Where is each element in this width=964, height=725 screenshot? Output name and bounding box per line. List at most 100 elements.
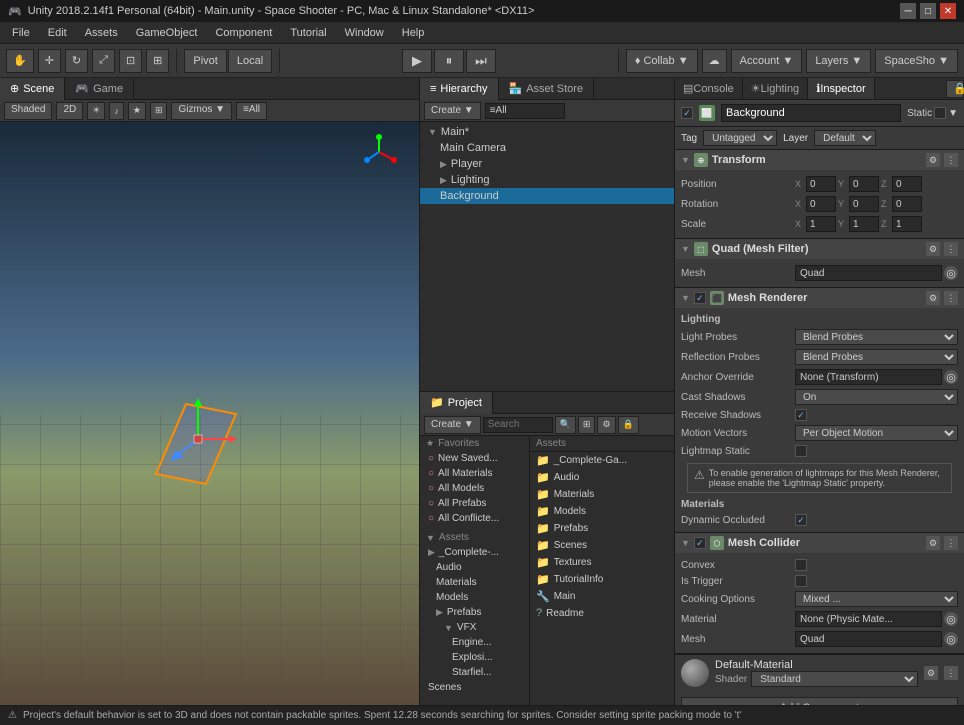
close-button[interactable]: ✕ [940,3,956,19]
hier-item-main-camera[interactable]: Main Camera [420,140,674,156]
folder-vfx[interactable]: ▼ VFX [420,620,529,635]
menu-help[interactable]: Help [394,25,433,41]
step-button[interactable]: ⏭ [466,49,496,73]
pause-button[interactable]: ⏸ [434,49,464,73]
menu-file[interactable]: File [4,25,38,41]
maximize-button[interactable]: □ [920,3,936,19]
asset-store-tab[interactable]: 🏪 Asset Store [499,78,595,100]
motion-vectors-dropdown[interactable]: Per Object Motion [795,425,958,441]
menu-window[interactable]: Window [337,25,392,41]
cloud-button[interactable]: ☁ [702,49,727,73]
console-tab[interactable]: ▤ Console [675,78,743,100]
transform-settings-btn[interactable]: ⚙ [926,153,940,167]
inspector-tab[interactable]: ℹ Inspector [808,78,874,100]
cooking-options-dropdown[interactable]: Mixed ... [795,591,958,607]
menu-gameobject[interactable]: GameObject [128,25,206,41]
material-more-btn[interactable]: ⋮ [944,666,958,680]
asset-tutorial-info[interactable]: 📁 TutorialInfo [530,571,674,588]
shader-dropdown[interactable]: Standard [751,671,918,687]
project-settings-btn[interactable]: ⚙ [597,416,615,434]
mesh-collider-more-btn[interactable]: ⋮ [944,536,958,550]
layout-button[interactable]: SpaceSho ▼ [875,49,958,73]
inspector-lock-btn[interactable]: 🔒 [946,80,964,98]
folder-explosions[interactable]: Explosi... [420,650,529,665]
scale-tool-button[interactable]: ⤢ [92,49,115,73]
minimize-button[interactable]: ─ [900,3,916,19]
tag-dropdown[interactable]: Untagged [703,130,777,146]
rect-tool-button[interactable]: ⊡ [119,49,142,73]
effects-button[interactable]: ★ [128,102,146,120]
multi-tool-button[interactable]: ⊞ [146,49,169,73]
folder-models-left[interactable]: Models [420,590,529,605]
lights-button[interactable]: ☀ [87,102,105,120]
anchor-select-btn[interactable]: ◎ [944,370,958,384]
asset-materials[interactable]: 📁 Materials [530,486,674,503]
gizmos-dropdown[interactable]: Gizmos ▼ [171,102,232,120]
fav-all-prefabs[interactable]: ○ All Prefabs [420,496,529,511]
project-search[interactable] [483,417,553,433]
menu-edit[interactable]: Edit [40,25,75,41]
asset-readme[interactable]: ? Readme [530,605,674,621]
hierarchy-search[interactable] [485,103,565,119]
asset-audio[interactable]: 📁 Audio [530,469,674,486]
cast-shadows-dropdown[interactable]: On [795,389,958,405]
rot-z-field[interactable] [892,196,922,212]
fav-new-saved[interactable]: ○ New Saved... [420,451,529,466]
hand-tool-button[interactable]: ✋ [6,49,34,73]
object-name-input[interactable]: Background [721,104,901,122]
scale-x-field[interactable] [806,216,836,232]
scene-tab[interactable]: ⊕ Scene [0,78,65,100]
mesh-renderer-settings-btn[interactable]: ⚙ [926,291,940,305]
menu-assets[interactable]: Assets [77,25,126,41]
play-button[interactable]: ▶ [402,49,432,73]
hier-item-background[interactable]: Background [420,188,674,204]
transform-header[interactable]: ▼ ⊕ Transform ⚙ ⋮ [675,150,964,170]
reflection-probes-dropdown[interactable]: Blend Probes [795,349,958,365]
mesh-renderer-enabled[interactable] [694,292,706,304]
fav-all-conflicte[interactable]: ○ All Conflicte... [420,511,529,526]
rotate-tool-button[interactable]: ↻ [65,49,88,73]
receive-shadows-checkbox[interactable] [795,409,807,421]
light-probes-dropdown[interactable]: Blend Probes [795,329,958,345]
hierarchy-tab[interactable]: ≡ Hierarchy [420,78,499,100]
project-create-btn[interactable]: Create ▼ [424,416,481,434]
local-button[interactable]: Local [228,49,272,73]
static-dropdown-btn[interactable]: ▼ [948,108,958,119]
pos-y-field[interactable] [849,176,879,192]
mesh-renderer-header[interactable]: ▼ ⬛ Mesh Renderer ⚙ ⋮ [675,288,964,308]
folder-materials-left[interactable]: Materials [420,575,529,590]
mesh-filter-more-btn[interactable]: ⋮ [944,242,958,256]
mesh-renderer-more-btn[interactable]: ⋮ [944,291,958,305]
2d-button[interactable]: 2D [56,102,83,120]
shaded-dropdown[interactable]: Shaded [4,102,52,120]
rot-y-field[interactable] [849,196,879,212]
asset-scenes[interactable]: 📁 Scenes [530,537,674,554]
menu-tutorial[interactable]: Tutorial [282,25,334,41]
fav-all-materials[interactable]: ○ All Materials [420,466,529,481]
mesh-select-btn[interactable]: ◎ [944,266,958,280]
dynamic-occluded-checkbox[interactable] [795,514,807,526]
lighting-tab[interactable]: ☀ Lighting [743,78,808,100]
folder-starfield[interactable]: Starfiel... [420,665,529,680]
is-trigger-checkbox[interactable] [795,575,807,587]
material-select-btn[interactable]: ◎ [944,612,958,626]
add-component-button[interactable]: Add Component [681,697,958,705]
asset-main[interactable]: 🔧 Main [530,588,674,605]
asset-complete-game[interactable]: 📁 _Complete-Ga... [530,452,674,469]
menu-component[interactable]: Component [207,25,280,41]
project-search-btn[interactable]: 🔍 [555,416,576,434]
mesh-collider-settings-btn[interactable]: ⚙ [926,536,940,550]
collab-button[interactable]: ♦ Collab ▼ [626,49,698,73]
scale-y-field[interactable] [849,216,879,232]
hier-item-player[interactable]: ▶ Player [420,156,674,172]
asset-textures[interactable]: 📁 Textures [530,554,674,571]
mesh-collider-header[interactable]: ▼ ⬡ Mesh Collider ⚙ ⋮ [675,533,964,553]
pos-x-field[interactable] [806,176,836,192]
transform-more-btn[interactable]: ⋮ [944,153,958,167]
asset-prefabs[interactable]: 📁 Prefabs [530,520,674,537]
hierarchy-create-btn[interactable]: Create ▼ [424,102,481,120]
mesh-collider-enabled[interactable] [694,537,706,549]
object-enabled-checkbox[interactable] [681,107,693,119]
project-filter-btn[interactable]: ⊞ [578,416,596,434]
folder-prefabs-left[interactable]: ▶ Prefabs [420,605,529,620]
